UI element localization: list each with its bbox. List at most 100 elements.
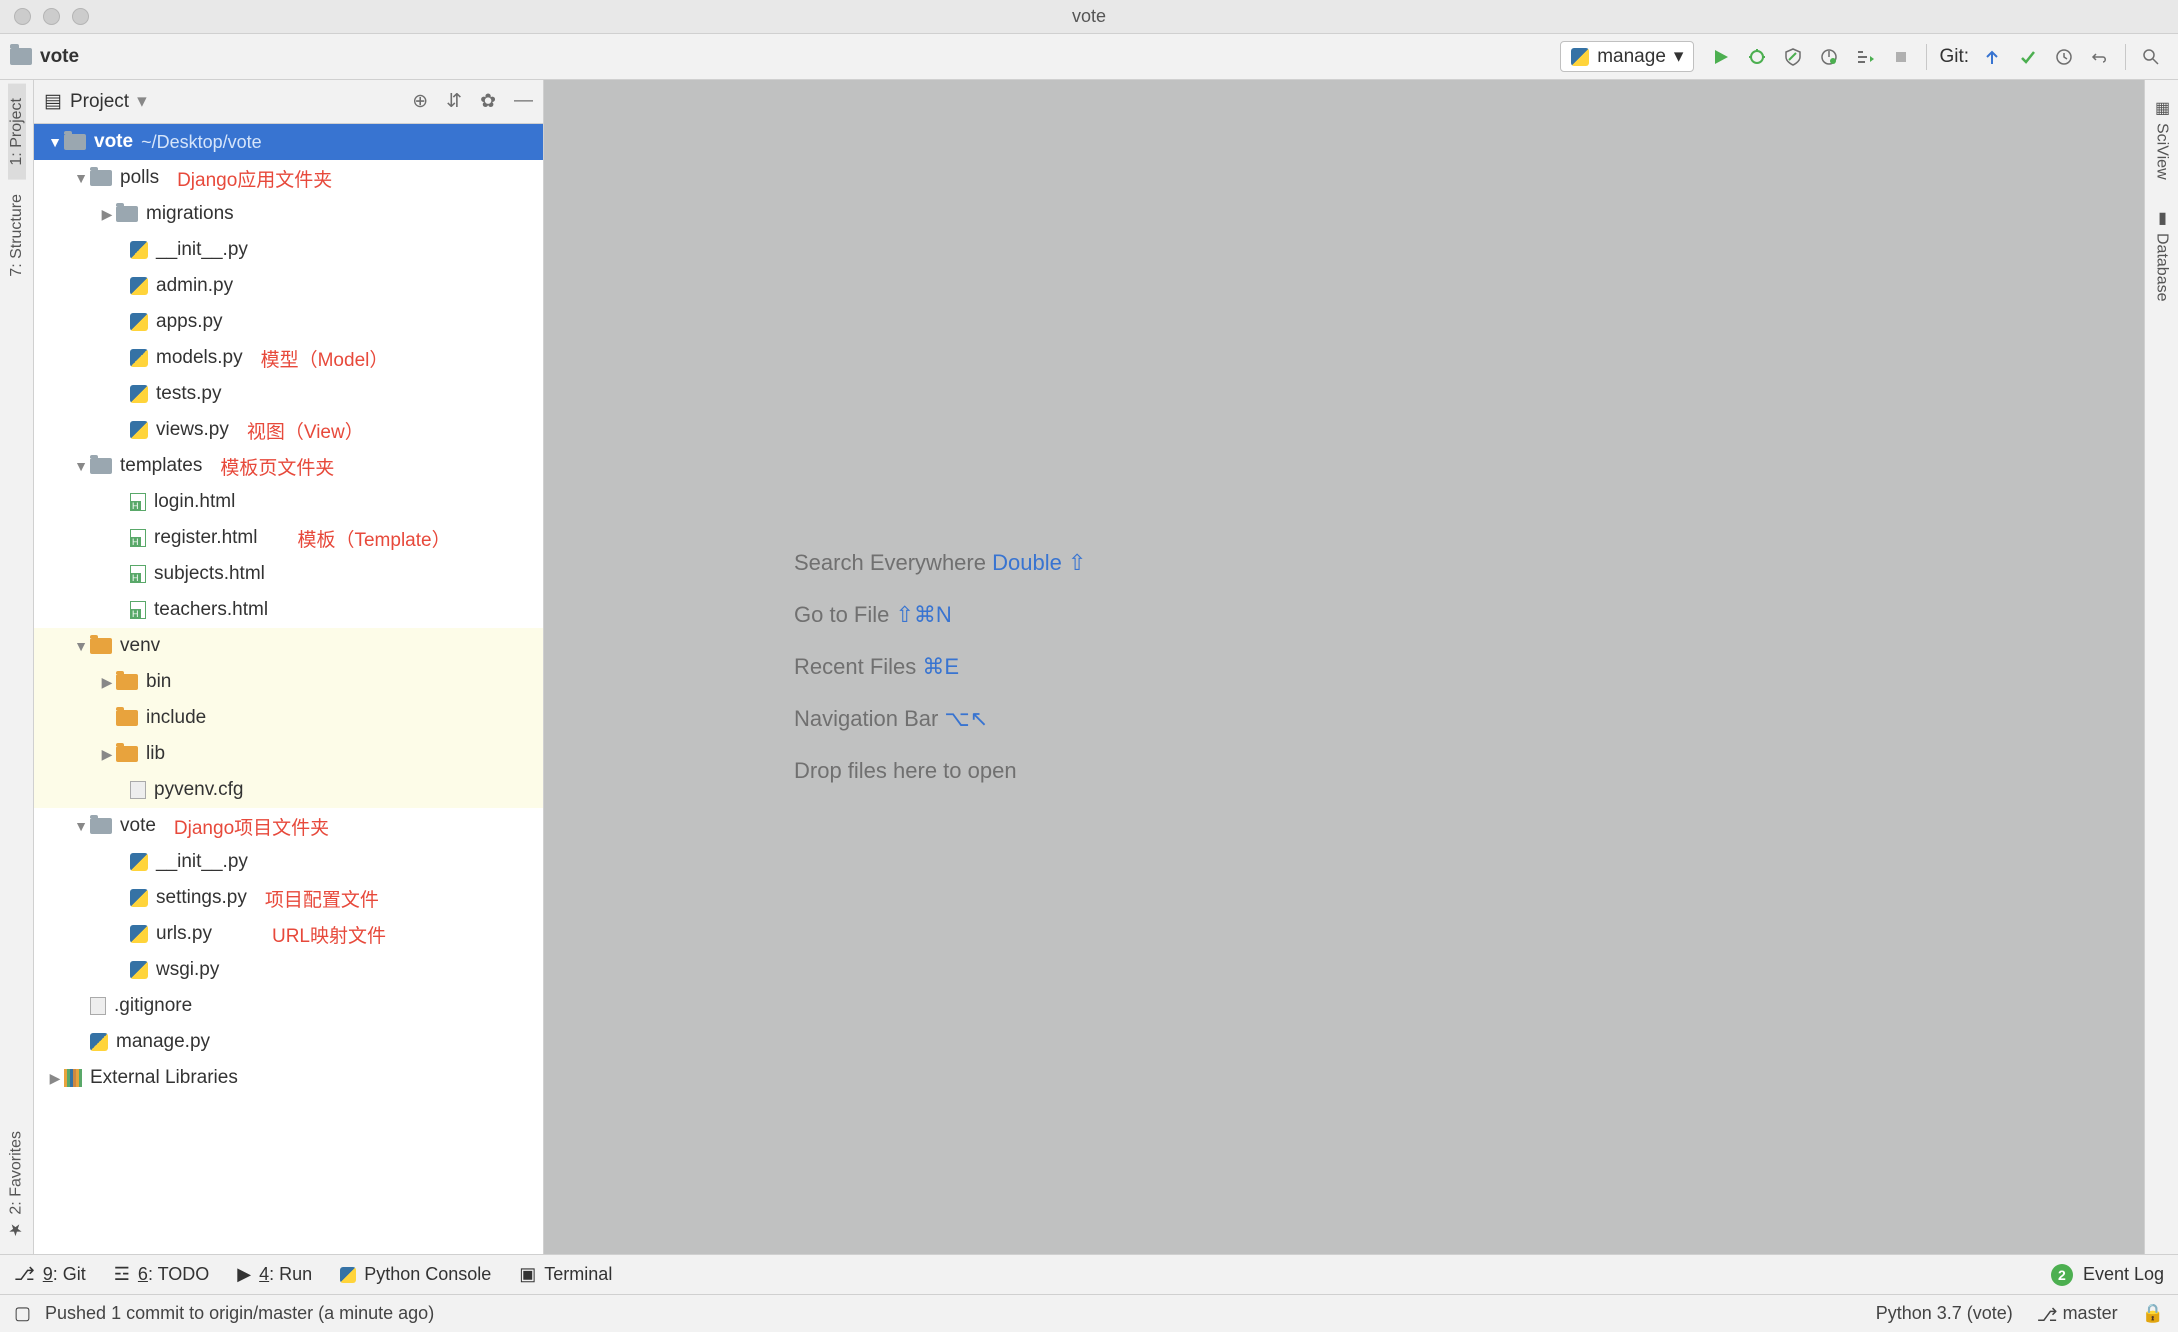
project-panel-header: ▤ Project ▾ ⊕ ⇵ ✿ — <box>34 80 543 124</box>
locate-icon[interactable]: ⊕ <box>412 90 428 113</box>
terminal-tool-tab[interactable]: ▣Terminal <box>519 1264 612 1285</box>
hint-search: Search Everywhere Double ⇧ <box>794 550 1086 576</box>
branch-icon: ⎇ <box>14 1264 35 1285</box>
tree-external-libraries[interactable]: ▶External Libraries <box>34 1060 543 1096</box>
favorites-tool-tab[interactable]: ★2: Favorites <box>7 1117 26 1254</box>
tree-file[interactable]: models.py模型（Model） <box>34 340 543 376</box>
editor-empty-state[interactable]: Search Everywhere Double ⇧ Go to File ⇧⌘… <box>544 80 2144 1254</box>
revert-button[interactable] <box>2083 40 2117 74</box>
search-everywhere-button[interactable] <box>2134 40 2168 74</box>
tree-file[interactable]: login.html <box>34 484 543 520</box>
annotation: 模板页文件夹 <box>220 453 334 480</box>
annotation: 模板（Template） <box>297 525 450 552</box>
run-button[interactable] <box>1704 40 1738 74</box>
run-config-label: manage <box>1597 46 1666 68</box>
tree-folder-bin[interactable]: ▶bin <box>34 664 543 700</box>
annotation: Django项目文件夹 <box>174 813 329 840</box>
tree-file-gitignore[interactable]: .gitignore <box>34 988 543 1024</box>
event-badge: 2 <box>2051 1264 2073 1286</box>
git-label: Git: <box>1939 46 1969 68</box>
status-message: Pushed 1 commit to origin/master (a minu… <box>45 1303 434 1324</box>
tree-file-manage[interactable]: manage.py <box>34 1024 543 1060</box>
tree-file[interactable]: admin.py <box>34 268 543 304</box>
run-config-selector[interactable]: manage ▾ <box>1560 41 1694 72</box>
tree-file[interactable]: __init__.py <box>34 844 543 880</box>
stop-button[interactable] <box>1884 40 1918 74</box>
navigation-bar: vote manage ▾ Git: <box>0 34 2178 80</box>
right-tool-gutter: ▦SciView ▮Database <box>2144 80 2178 1254</box>
project-panel-title[interactable]: Project <box>70 91 129 113</box>
close-window-button[interactable] <box>14 8 31 25</box>
profile-button[interactable] <box>1812 40 1846 74</box>
tree-folder-templates[interactable]: ▼templates模板页文件夹 <box>34 448 543 484</box>
play-icon: ▶ <box>237 1264 251 1285</box>
window-title: vote <box>1072 6 1106 27</box>
annotation: 视图（View） <box>247 417 364 444</box>
tree-file[interactable]: urls.pyURL映射文件 <box>34 916 543 952</box>
tree-folder-polls[interactable]: ▼pollsDjango应用文件夹 <box>34 160 543 196</box>
tree-root[interactable]: ▼vote~/Desktop/vote <box>34 124 543 160</box>
tree-file[interactable]: register.html模板（Template） <box>34 520 543 556</box>
window-controls <box>14 8 89 25</box>
tree-folder-vote[interactable]: ▼voteDjango项目文件夹 <box>34 808 543 844</box>
tree-folder-venv[interactable]: ▼venv <box>34 628 543 664</box>
project-view-icon: ▤ <box>44 90 62 113</box>
branch-icon: ⎇ <box>2037 1305 2058 1326</box>
hint-drop: Drop files here to open <box>794 758 1017 784</box>
python-icon <box>340 1267 356 1283</box>
history-button[interactable] <box>2047 40 2081 74</box>
list-icon: ☲ <box>114 1264 130 1285</box>
tree-file[interactable]: __init__.py <box>34 232 543 268</box>
maximize-window-button[interactable] <box>72 8 89 25</box>
tree-folder-include[interactable]: include <box>34 700 543 736</box>
left-tool-gutter: 1: Project 7: Structure ★2: Favorites <box>0 80 34 1254</box>
folder-icon <box>10 48 32 65</box>
interpreter-selector[interactable]: Python 3.7 (vote) <box>1876 1303 2013 1324</box>
status-bar: ▢ Pushed 1 commit to origin/master (a mi… <box>0 1294 2178 1332</box>
database-tool-tab[interactable]: ▮Database <box>2152 194 2171 316</box>
hint-navbar: Navigation Bar ⌥↖ <box>794 706 988 732</box>
terminal-icon: ▣ <box>519 1264 536 1285</box>
gear-icon[interactable]: ✿ <box>480 90 496 113</box>
annotation: 模型（Model） <box>261 345 389 372</box>
tree-file[interactable]: views.py视图（View） <box>34 412 543 448</box>
collapse-icon[interactable]: ⇵ <box>446 90 462 113</box>
todo-tool-tab[interactable]: ☲6: TODO <box>114 1264 210 1285</box>
debug-button[interactable] <box>1740 40 1774 74</box>
chevron-down-icon[interactable]: ▾ <box>137 90 147 113</box>
tree-file[interactable]: settings.py项目配置文件 <box>34 880 543 916</box>
bottom-tool-bar: ⎇9: Git ☲6: TODO ▶4: Run Python Console … <box>0 1254 2178 1294</box>
breadcrumb[interactable]: vote <box>40 46 79 68</box>
coverage-button[interactable] <box>1776 40 1810 74</box>
sciview-tool-tab[interactable]: ▦SciView <box>2152 84 2171 194</box>
update-project-button[interactable] <box>1975 40 2009 74</box>
tree-file[interactable]: subjects.html <box>34 556 543 592</box>
chevron-down-icon: ▾ <box>1674 45 1684 68</box>
lock-icon[interactable]: 🔒 <box>2142 1303 2164 1324</box>
project-tree[interactable]: ▼vote~/Desktop/vote ▼pollsDjango应用文件夹 ▶m… <box>34 124 543 1254</box>
git-tool-tab[interactable]: ⎇9: Git <box>14 1264 86 1285</box>
hint-recent: Recent Files ⌘E <box>794 654 959 680</box>
tree-file[interactable]: wsgi.py <box>34 952 543 988</box>
window-icon[interactable]: ▢ <box>14 1303 31 1324</box>
structure-tool-tab[interactable]: 7: Structure <box>8 180 26 291</box>
project-tool-tab[interactable]: 1: Project <box>8 84 26 180</box>
tree-file[interactable]: pyvenv.cfg <box>34 772 543 808</box>
tree-folder-migrations[interactable]: ▶migrations <box>34 196 543 232</box>
event-log-tool-tab[interactable]: Event Log <box>2083 1264 2164 1285</box>
tree-file[interactable]: tests.py <box>34 376 543 412</box>
run-tool-tab[interactable]: ▶4: Run <box>237 1264 312 1285</box>
tree-folder-lib[interactable]: ▶lib <box>34 736 543 772</box>
tree-file[interactable]: apps.py <box>34 304 543 340</box>
git-branch-widget[interactable]: ⎇ master <box>2037 1303 2118 1324</box>
concurrent-button[interactable] <box>1848 40 1882 74</box>
minimize-window-button[interactable] <box>43 8 60 25</box>
commit-button[interactable] <box>2011 40 2045 74</box>
hide-icon[interactable]: — <box>514 90 533 113</box>
title-bar: vote <box>0 0 2178 34</box>
annotation: Django应用文件夹 <box>177 165 332 192</box>
python-console-tool-tab[interactable]: Python Console <box>340 1264 491 1285</box>
separator <box>1926 44 1927 70</box>
project-panel: ▤ Project ▾ ⊕ ⇵ ✿ — ▼vote~/Desktop/vote … <box>34 80 544 1254</box>
tree-file[interactable]: teachers.html <box>34 592 543 628</box>
